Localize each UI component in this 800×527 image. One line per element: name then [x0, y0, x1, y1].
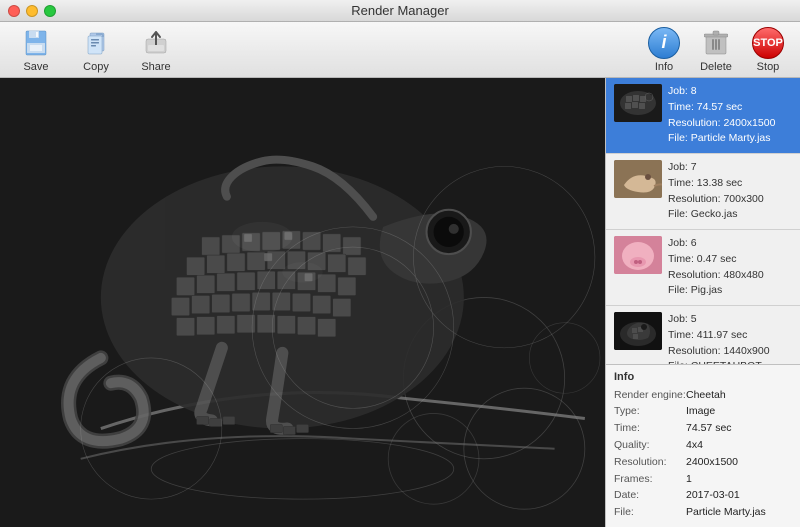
stop-button[interactable]: STOP Stop — [744, 27, 792, 73]
info-button[interactable]: i Info — [640, 27, 688, 73]
job-number: Job: 6 — [668, 236, 764, 252]
job-number: Job: 5 — [668, 312, 770, 328]
info-label: Info — [655, 61, 673, 73]
stop-icon: STOP — [752, 27, 784, 59]
job-file: File: Particle Marty.jas — [668, 131, 775, 147]
info-value: 74.57 sec — [686, 420, 732, 437]
info-icon: i — [648, 27, 680, 59]
maximize-button[interactable] — [44, 5, 56, 17]
window-title: Render Manager — [351, 3, 449, 18]
info-section-title: Info — [614, 371, 792, 383]
job-time: Time: 74.57 sec — [668, 100, 775, 116]
job-file: File: Pig.jas — [668, 283, 764, 299]
job-resolution: Resolution: 1440x900 — [668, 344, 770, 360]
job-info: Job: 5 Time: 411.97 sec Resolution: 1440… — [668, 312, 770, 364]
job-time: Time: 0.47 sec — [668, 252, 764, 268]
info-label: Time: — [614, 420, 686, 437]
delete-label: Delete — [700, 61, 732, 73]
info-value: 2017-03-01 — [686, 487, 740, 504]
job-thumbnail — [614, 160, 662, 198]
job-file: File: Gecko.jas — [668, 207, 764, 223]
job-number: Job: 7 — [668, 160, 764, 176]
info-label: Type: — [614, 403, 686, 420]
job-resolution: Resolution: 2400x1500 — [668, 116, 775, 132]
info-section: Info Render engine: Cheetah Type: Image … — [606, 364, 800, 527]
delete-button[interactable]: Delete — [692, 27, 740, 73]
save-label: Save — [23, 61, 48, 73]
job-thumbnail — [614, 84, 662, 122]
title-bar: Render Manager — [0, 0, 800, 22]
job-item[interactable]: Job: 6 Time: 0.47 sec Resolution: 480x48… — [606, 230, 800, 306]
info-value: Particle Marty.jas — [686, 504, 766, 521]
share-icon — [140, 27, 172, 59]
info-label: Frames: — [614, 471, 686, 488]
job-number: Job: 8 — [668, 84, 775, 100]
minimize-button[interactable] — [26, 5, 38, 17]
toolbar: Save Copy — [0, 22, 800, 78]
info-label: File: — [614, 504, 686, 521]
toolbar-left-group: Save Copy — [8, 23, 184, 77]
copy-button[interactable]: Copy — [68, 23, 124, 77]
job-info: Job: 7 Time: 13.38 sec Resolution: 700x3… — [668, 160, 764, 223]
copy-icon — [80, 27, 112, 59]
copy-label: Copy — [83, 61, 109, 73]
job-item[interactable]: Job: 8 Time: 74.57 sec Resolution: 2400x… — [606, 78, 800, 154]
close-button[interactable] — [8, 5, 20, 17]
job-item[interactable]: Job: 7 Time: 13.38 sec Resolution: 700x3… — [606, 154, 800, 230]
info-row: Frames: 1 — [614, 471, 792, 488]
toolbar-right-group: i Info Delete STOP Stop — [640, 27, 792, 73]
job-resolution: Resolution: 700x300 — [668, 192, 764, 208]
info-value: Image — [686, 403, 715, 420]
preview-area — [0, 78, 605, 527]
stop-label: Stop — [757, 61, 780, 73]
share-label: Share — [141, 61, 170, 73]
info-value: 4x4 — [686, 437, 703, 454]
job-time: Time: 411.97 sec — [668, 328, 770, 344]
info-label: Resolution: — [614, 454, 686, 471]
job-time: Time: 13.38 sec — [668, 176, 764, 192]
main-content: Job: 8 Time: 74.57 sec Resolution: 2400x… — [0, 78, 800, 527]
info-row: Quality: 4x4 — [614, 437, 792, 454]
info-label: Date: — [614, 487, 686, 504]
info-row: Type: Image — [614, 403, 792, 420]
save-icon — [20, 27, 52, 59]
info-row: File: Particle Marty.jas — [614, 504, 792, 521]
info-row: Date: 2017-03-01 — [614, 487, 792, 504]
info-label: Render engine: — [614, 387, 686, 404]
info-row: Time: 74.57 sec — [614, 420, 792, 437]
share-button[interactable]: Share — [128, 23, 184, 77]
job-resolution: Resolution: 480x480 — [668, 268, 764, 284]
delete-icon — [700, 27, 732, 59]
info-value: Cheetah — [686, 387, 726, 404]
traffic-lights — [8, 5, 56, 17]
job-item[interactable]: Job: 5 Time: 411.97 sec Resolution: 1440… — [606, 306, 800, 364]
info-label: Quality: — [614, 437, 686, 454]
info-value: 1 — [686, 471, 692, 488]
job-info: Job: 8 Time: 74.57 sec Resolution: 2400x… — [668, 84, 775, 147]
job-info: Job: 6 Time: 0.47 sec Resolution: 480x48… — [668, 236, 764, 299]
preview-image — [0, 78, 605, 527]
job-list: Job: 8 Time: 74.57 sec Resolution: 2400x… — [606, 78, 800, 364]
save-button[interactable]: Save — [8, 23, 64, 77]
job-thumbnail — [614, 312, 662, 350]
info-value: 2400x1500 — [686, 454, 738, 471]
info-row: Render engine: Cheetah — [614, 387, 792, 404]
job-thumbnail — [614, 236, 662, 274]
right-panel: Job: 8 Time: 74.57 sec Resolution: 2400x… — [605, 78, 800, 527]
info-row: Resolution: 2400x1500 — [614, 454, 792, 471]
